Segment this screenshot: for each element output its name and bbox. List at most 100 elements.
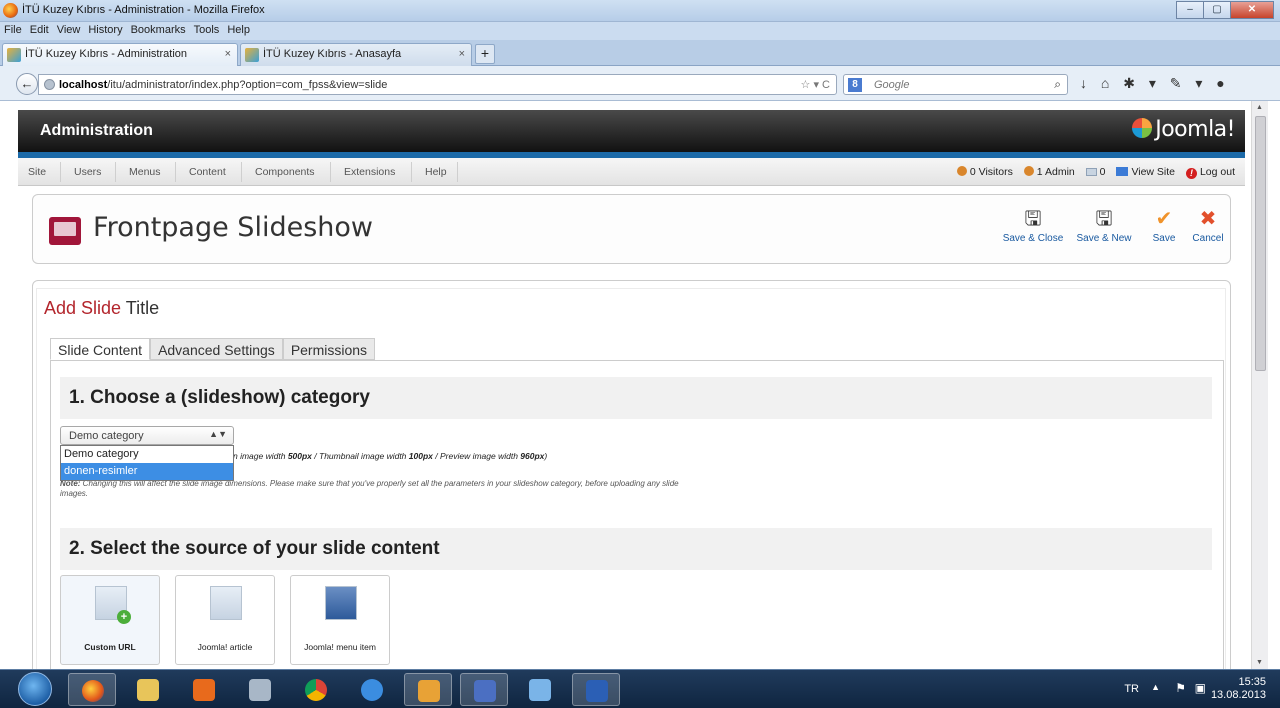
save-icon: 🖫 — [1024, 208, 1042, 230]
joomla-header: Administration Joomla! — [18, 110, 1245, 152]
tab-permissions[interactable]: Permissions — [282, 338, 376, 360]
maximize-button[interactable]: ▢ — [1203, 1, 1231, 19]
menu-users[interactable]: Users — [74, 166, 101, 178]
menu-file[interactable]: File — [0, 22, 26, 36]
taskbar-ie[interactable] — [348, 673, 396, 706]
menu-tools[interactable]: Tools — [190, 22, 224, 36]
browser-navbar: ← localhost/itu/administrator/index.php?… — [0, 66, 1280, 101]
joomla-logo: Joomla! — [1132, 117, 1235, 142]
slide-form: Add Slide Title Slide Content Advanced Se… — [36, 288, 1226, 678]
start-button[interactable] — [18, 672, 52, 706]
menu-help[interactable]: Help — [425, 166, 447, 178]
source-custom-url[interactable]: + Custom URL — [60, 575, 160, 665]
logout-icon: ! — [1185, 168, 1197, 179]
search-icon[interactable]: ⌕ — [1054, 77, 1061, 92]
save-new-button[interactable]: 🖫 Save & New — [1075, 205, 1133, 244]
browser-menubar: File Edit View History Bookmarks Tools Help — [0, 22, 1280, 40]
taskbar-paint[interactable] — [516, 673, 564, 706]
section-source: 2. Select the source of your slide conte… — [60, 528, 1212, 570]
category-note: Note: Changing this will affect the slid… — [60, 479, 679, 498]
menu-bookmarks[interactable]: Bookmarks — [127, 22, 190, 36]
tab-administration[interactable]: İTÜ Kuzey Kıbrıs - Administration × — [2, 43, 238, 66]
option-donen-resimler[interactable]: donen-resimler — [61, 463, 233, 480]
logout-link[interactable]: ! Log out — [1185, 166, 1235, 179]
action-center-flag-icon[interactable]: ⚑ — [1175, 681, 1186, 695]
search-input[interactable]: 8 Google ⌕ — [843, 74, 1068, 95]
cancel-button[interactable]: ✖ Cancel — [1189, 205, 1227, 244]
messages-count[interactable]: 0 — [1085, 166, 1106, 178]
tab-anasayfa[interactable]: İTÜ Kuzey Kıbrıs - Anasayfa × — [240, 43, 472, 66]
bookmark-star-icon[interactable]: ☆ ▾ C — [801, 78, 830, 91]
scroll-down-icon[interactable]: ▼ — [1256, 659, 1263, 666]
image-size-hint: n image width 500px / Thumbnail image wi… — [233, 451, 548, 461]
save-icon: 🖫 — [1095, 208, 1113, 230]
taskbar-firefox[interactable] — [68, 673, 116, 706]
taskbar-outlook[interactable] — [404, 673, 452, 706]
tab-close-icon[interactable]: × — [459, 48, 465, 60]
window-title: İTÜ Kuzey Kıbrıs - Administration - Mozi… — [22, 4, 265, 16]
taskbar-chrome[interactable] — [292, 673, 340, 706]
globe-icon — [44, 79, 55, 90]
add-icon: + — [117, 610, 131, 624]
close-button[interactable]: ✕ — [1230, 1, 1274, 19]
network-icon[interactable]: ▣ — [1195, 681, 1206, 695]
menu-view[interactable]: View — [53, 22, 85, 36]
source-joomla-menu-item[interactable]: Joomla! menu item — [290, 575, 390, 665]
taskbar-visio[interactable] — [460, 673, 508, 706]
source-joomla-article[interactable]: Joomla! article — [175, 575, 275, 665]
status-area: 0 Visitors 1 Admin 0 View Site ! Log out — [949, 166, 1235, 179]
site-favicon-icon — [245, 48, 259, 62]
view-site-link[interactable]: View Site — [1116, 166, 1175, 178]
browser-tabbar: İTÜ Kuzey Kıbrıs - Administration × İTÜ … — [0, 40, 1280, 66]
tab-slide-content[interactable]: Slide Content — [50, 338, 151, 360]
tab-advanced-settings[interactable]: Advanced Settings — [150, 338, 283, 360]
taskbar-snipping[interactable] — [236, 673, 284, 706]
menu-site[interactable]: Site — [28, 166, 46, 178]
cancel-icon: ✖ — [1199, 208, 1217, 230]
article-icon — [210, 586, 242, 620]
address-bar[interactable]: localhost/itu/administrator/index.php?op… — [38, 74, 837, 95]
view-site-icon — [1116, 167, 1129, 176]
category-select[interactable]: Demo category ▲▼ — [60, 426, 234, 445]
page-scrollbar[interactable]: ▲ ▼ — [1251, 101, 1268, 669]
scroll-thumb[interactable] — [1255, 116, 1266, 371]
form-container: Add Slide Title Slide Content Advanced Se… — [32, 280, 1231, 680]
option-demo-category[interactable]: Demo category — [61, 446, 233, 463]
form-heading: Add Slide Title — [44, 298, 160, 318]
joomla-favicon-icon — [7, 48, 21, 62]
joomla-logo-icon — [1132, 118, 1153, 138]
menu-components[interactable]: Components — [255, 166, 315, 178]
menu-extensions[interactable]: Extensions — [344, 166, 395, 178]
back-button[interactable]: ← — [16, 73, 38, 95]
taskbar-explorer[interactable] — [124, 673, 172, 706]
category-dropdown[interactable]: Demo category donen-resimler — [60, 445, 234, 481]
taskbar-media[interactable] — [180, 673, 228, 706]
component-toolbar: Frontpage Slideshow 🖫 Save & Close 🖫 Sav… — [32, 194, 1231, 264]
joomla-menu: Site Users Menus Content Components Exte… — [18, 158, 1245, 186]
minimize-button[interactable]: – — [1176, 1, 1204, 19]
menu-edit[interactable]: Edit — [26, 22, 53, 36]
section-category: 1. Choose a (slideshow) category — [60, 377, 1212, 419]
toolbar-icons[interactable]: ↓ ⌂ ✱ ▾ ✎ ▾ ● — [1080, 75, 1225, 92]
admin-heading: Administration — [40, 122, 153, 139]
menu-item-icon — [325, 586, 357, 620]
form-tabs: Slide Content Advanced Settings Permission… — [50, 338, 376, 361]
tray-expand-icon[interactable]: ▲ — [1151, 682, 1160, 692]
save-button[interactable]: ✔ Save — [1147, 205, 1181, 244]
browser-titlebar: İTÜ Kuzey Kıbrıs - Administration - Mozi… — [0, 0, 1280, 22]
clock[interactable]: 15:35 13.08.2013 — [1211, 676, 1266, 702]
google-engine-icon[interactable]: 8 — [848, 78, 862, 92]
new-tab-button[interactable]: + — [475, 44, 495, 64]
menu-menus[interactable]: Menus — [129, 166, 161, 178]
taskbar-word[interactable] — [572, 673, 620, 706]
save-close-button[interactable]: 🖫 Save & Close — [1001, 205, 1065, 244]
tab-panel: 1. Choose a (slideshow) category Demo ca… — [50, 360, 1224, 678]
menu-history[interactable]: History — [84, 22, 126, 36]
tab-close-icon[interactable]: × — [225, 48, 231, 60]
menu-help[interactable]: Help — [223, 22, 254, 36]
tab-label: İTÜ Kuzey Kıbrıs - Administration — [25, 48, 187, 60]
menu-content[interactable]: Content — [189, 166, 226, 178]
language-indicator[interactable]: TR — [1124, 683, 1139, 695]
windows-taskbar: TR ▲ ⚑ ▣ 15:35 13.08.2013 — [0, 669, 1280, 708]
scroll-up-icon[interactable]: ▲ — [1256, 104, 1263, 111]
